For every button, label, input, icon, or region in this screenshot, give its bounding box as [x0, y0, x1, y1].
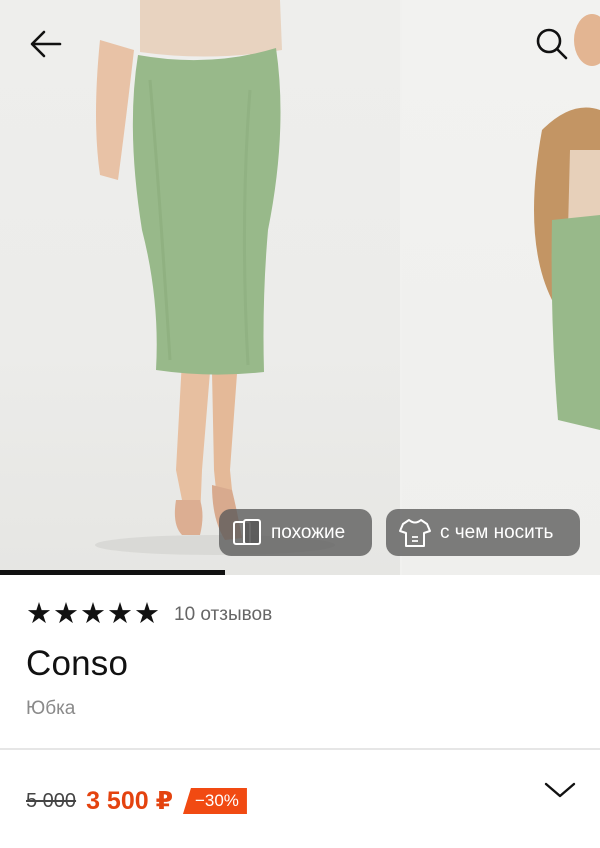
- product-photo-main[interactable]: [0, 0, 400, 575]
- rating-row[interactable]: ★ ★ ★ ★ ★ 10 отзывов: [26, 600, 272, 629]
- star-icon: ★: [26, 598, 52, 630]
- star-icon: ★: [53, 598, 79, 630]
- current-price: 3 500 ₽: [86, 787, 173, 815]
- star-icon: ★: [134, 598, 160, 630]
- price-row: 5 000 3 500 ₽ −30%: [26, 786, 247, 816]
- search-icon: [536, 28, 568, 60]
- model-jacket-image: [534, 14, 600, 430]
- gallery-progress: [0, 570, 600, 575]
- product-category: Юбка: [26, 698, 76, 719]
- gallery-progress-fill: [0, 570, 225, 575]
- discount-badge: −30%: [182, 788, 247, 814]
- star-icon: ★: [80, 598, 106, 630]
- old-price: 5 000: [26, 789, 77, 812]
- similar-button[interactable]: похожие: [219, 509, 372, 556]
- star-icon: ★: [107, 598, 133, 630]
- model-skirt-image: [95, 0, 335, 555]
- expand-button[interactable]: [540, 772, 580, 808]
- brand-name[interactable]: Conso: [26, 644, 128, 684]
- back-button[interactable]: [24, 22, 68, 66]
- outfit-label: с чем носить: [440, 521, 554, 543]
- similar-cards-icon: [233, 518, 261, 545]
- arrow-left-icon: [30, 30, 62, 58]
- product-gallery[interactable]: похожие с чем носить: [0, 0, 600, 575]
- rating-stars: ★ ★ ★ ★ ★: [26, 600, 160, 629]
- product-photo-next[interactable]: [402, 0, 600, 575]
- divider: [0, 748, 600, 750]
- reviews-count[interactable]: 10 отзывов: [174, 604, 272, 626]
- outfit-button[interactable]: с чем носить: [386, 509, 580, 556]
- outfit-shirt-icon: [399, 518, 431, 547]
- chevron-down-icon: [544, 782, 576, 798]
- search-button[interactable]: [530, 22, 574, 66]
- similar-label: похожие: [271, 521, 346, 543]
